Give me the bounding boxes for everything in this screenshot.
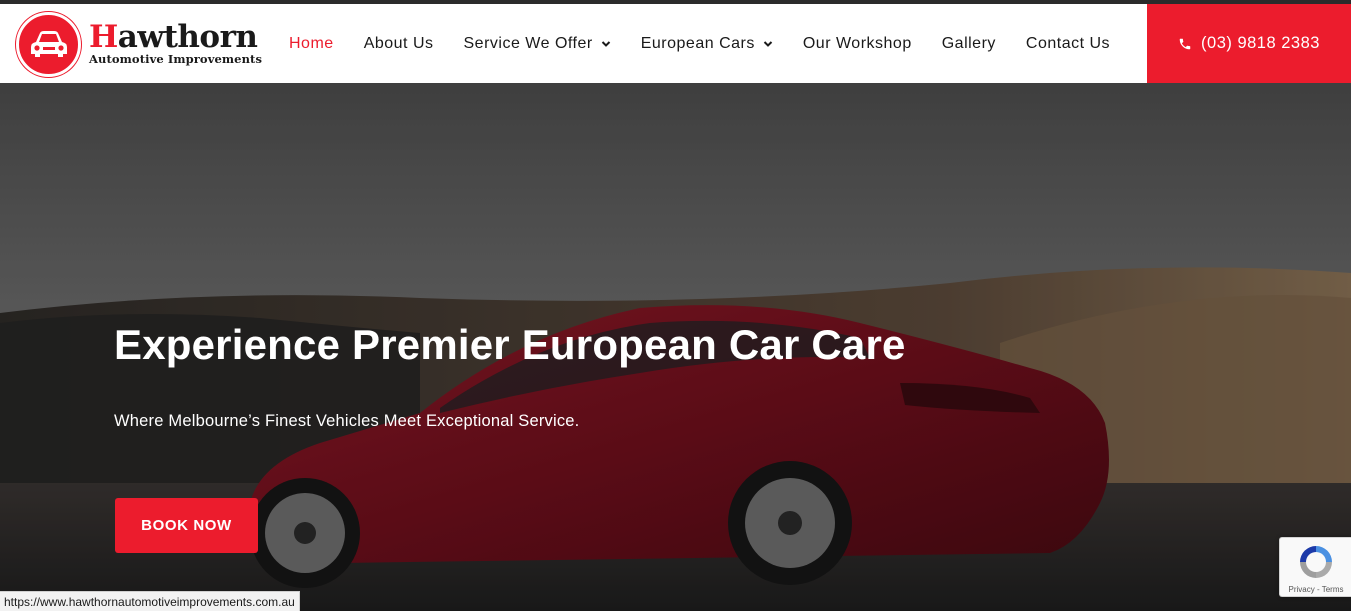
nav-item-about-us[interactable]: About Us <box>349 35 449 53</box>
brand-wordmark: Hawthorn Automotive Improvements <box>89 22 262 66</box>
hero-title: Experience Premier European Car Care <box>114 321 906 368</box>
nav-item-our-workshop[interactable]: Our Workshop <box>788 35 927 53</box>
nav-item-home[interactable]: Home <box>274 35 349 53</box>
site-header: Hawthorn Automotive Improvements Home Ab… <box>0 4 1351 83</box>
hero-section: Experience Premier European Car Care Whe… <box>0 83 1351 611</box>
brand-title: Hawthorn <box>89 19 258 56</box>
phone-icon <box>1179 38 1191 49</box>
recaptcha-links[interactable]: Privacy - Terms <box>1280 585 1351 594</box>
nav-item-european-cars[interactable]: European Cars <box>626 35 788 53</box>
chevron-down-icon <box>601 40 610 47</box>
nav-item-service-we-offer[interactable]: Service We Offer <box>449 35 626 53</box>
brand-subtitle: Automotive Improvements <box>89 52 263 67</box>
browser-status-bar: https://www.hawthornautomotiveimprovemen… <box>0 591 300 611</box>
recaptcha-badge[interactable]: Privacy - Terms <box>1279 537 1351 597</box>
phone-call-button[interactable]: (03) 9818 2383 <box>1147 4 1351 83</box>
nav-item-gallery[interactable]: Gallery <box>927 35 1011 53</box>
chevron-down-icon <box>763 40 773 47</box>
phone-number: (03) 9818 2383 <box>1201 34 1320 52</box>
nav-item-contact-us[interactable]: Contact Us <box>1011 35 1125 53</box>
recaptcha-icon <box>1300 546 1332 578</box>
book-now-button[interactable]: BOOK NOW <box>115 498 258 553</box>
car-icon <box>16 11 81 77</box>
main-nav: Home About Us Service We Offer European … <box>274 4 1125 83</box>
hero-subtitle: Where Melbourne’s Finest Vehicles Meet E… <box>114 412 580 430</box>
site-logo[interactable]: Hawthorn Automotive Improvements <box>16 11 266 77</box>
